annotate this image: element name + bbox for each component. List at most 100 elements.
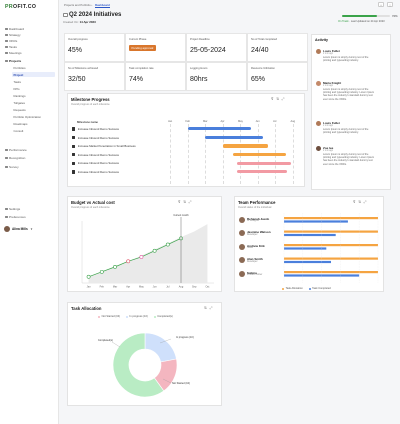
gantt-bar[interactable]: [205, 135, 263, 139]
activity-item: Zoe lee 2 min ago Lorem Ipsum is simply …: [316, 146, 376, 182]
gantt-bar[interactable]: [187, 127, 251, 131]
sidebar-item-label: Recognition: [9, 155, 26, 160]
survey-icon: [5, 165, 8, 169]
phase-badge: Pending approval: [129, 45, 156, 51]
task-allocation-card: Task Allocation ⇅ ⤢ Not Started (04) In p…: [67, 302, 222, 406]
expand-icon[interactable]: ⤢: [282, 97, 285, 101]
team-member-role: Developer: [247, 260, 258, 263]
app-logo[interactable]: PROFIT.CO: [5, 4, 36, 10]
gantt-bar[interactable]: [236, 170, 288, 174]
gantt-gridline: [187, 124, 189, 184]
logo-text-a: PR: [5, 4, 14, 10]
sidebar-item-strategy[interactable]: Strategy: [4, 32, 55, 38]
sidebar-item-meetings[interactable]: Meetings: [4, 50, 55, 56]
stat-label: Current Phase: [129, 38, 147, 41]
sidebar-item-label: OKRs: [9, 38, 18, 43]
sidebar-item-dashboard[interactable]: Dashboard: [4, 26, 55, 32]
breadcrumb-parent[interactable]: Projects and Portfolio: [64, 3, 91, 7]
header-actions: • ⋮: [378, 2, 393, 7]
sidebar-sub-consult[interactable]: Consult: [12, 128, 55, 133]
activity-item: Louis Fuller 2 min ago Lorem Ipsum is si…: [316, 49, 376, 73]
milestone-row[interactable]: Increase Inbound Demo Success: [72, 153, 119, 157]
x-tick-label: Jan: [87, 286, 92, 289]
sidebar-item-recognition[interactable]: Recognition: [4, 155, 55, 161]
activity-time: 2 min ago: [323, 149, 334, 152]
milestone-row[interactable]: Increase Market Penetration in Small Bus…: [72, 144, 136, 148]
sidebar-item-survey[interactable]: Survey: [4, 164, 55, 170]
sidebar-sub-kpis[interactable]: KPIs: [12, 86, 55, 91]
row-checkbox[interactable]: [72, 153, 76, 157]
gantt-bar[interactable]: [233, 153, 286, 157]
sidebar-item-tasks[interactable]: Tasks: [4, 44, 55, 50]
stat-label: Task completion rate: [129, 67, 154, 70]
sidebar-item-label: Performance: [9, 147, 27, 152]
gantt-gridline: [205, 124, 206, 184]
stat-logging-hours: Logging Hours 80hrs: [186, 62, 247, 91]
sort-icon[interactable]: ⇅: [276, 97, 279, 101]
team-member-role: Product Owner: [247, 274, 263, 277]
sidebar-sub-label: Project: [13, 72, 24, 77]
sidebar-item-okrs[interactable]: OKRs: [4, 38, 55, 44]
gantt-bar[interactable]: [236, 161, 291, 165]
activity-time: 2 min ago: [323, 124, 334, 127]
x-tick-label: May: [139, 286, 144, 289]
breadcrumb-current[interactable]: Dashboard: [95, 2, 110, 8]
milestone-tools: ⊽ ⇅ ⤢: [271, 97, 284, 101]
gantt-bar[interactable]: [222, 144, 268, 148]
activity-panel: Activity Louis Fuller 2 min ago Lorem Ip…: [311, 34, 391, 190]
row-checkbox[interactable]: [72, 127, 76, 131]
milestone-row[interactable]: Increase Inbound Demo Success: [72, 170, 119, 174]
stat-milestone-achieved: No of Milestone achieved 32/50: [64, 62, 125, 91]
sidebar-item-label: Strategy: [9, 32, 21, 37]
milestone-title: Milestone Progress: [71, 97, 110, 102]
stat-label: No of Milestone achieved: [68, 67, 99, 70]
sidebar-sub-rankings[interactable]: Rankings: [12, 93, 55, 98]
x-tick-label: Mar: [113, 286, 117, 289]
x-tick-label: Feb: [100, 286, 105, 289]
flag-icon: [5, 39, 8, 43]
sidebar-sub-requests[interactable]: Requests: [12, 107, 55, 112]
milestone-row[interactable]: Increase Inbound Demo Success: [72, 127, 119, 131]
row-checkbox[interactable]: [72, 170, 76, 174]
more-icon[interactable]: ⋮: [387, 2, 393, 7]
sidebar-item-projects[interactable]: Projects: [4, 58, 55, 64]
sidebar-item-label: Projects: [9, 58, 22, 63]
in-progress-label: In progress (10): [176, 336, 194, 339]
budget-line-chart: Current month Jan Feb Mar Apr May Jun Jul Aug Sep…: [81, 214, 214, 289]
user-profile[interactable]: Alina Mills ▾: [4, 225, 56, 232]
team-legend: Task Allocation Task Completed: [282, 287, 336, 291]
completed-label: Completed(s): [98, 339, 113, 342]
sidebar-sub-project[interactable]: Project: [12, 72, 55, 77]
milestone-name: Increase Inbound Demo Success: [77, 135, 119, 140]
project-icon: [63, 12, 68, 17]
filter-icon[interactable]: ⊽: [271, 97, 274, 101]
actual-cost-point: [165, 242, 170, 247]
task-allocation-bar: [284, 271, 378, 274]
bell-icon[interactable]: •: [378, 2, 384, 7]
milestone-row[interactable]: Increase Inbound Demo Success: [72, 161, 119, 165]
grid-icon: [5, 27, 8, 31]
sidebar-item-settings[interactable]: Settings: [4, 206, 55, 212]
sidebar-item-performance[interactable]: Performance: [4, 147, 55, 153]
activity-title: Activity: [315, 38, 328, 42]
row-checkbox[interactable]: [72, 161, 76, 165]
sidebar-sub-tollgates[interactable]: Tollgates: [12, 100, 55, 105]
stat-value: 74%: [129, 76, 144, 83]
sidebar-sub-portfolio-optimization[interactable]: Portfolio Optimization: [12, 114, 55, 119]
sidebar-item-label: Preferences: [9, 214, 26, 219]
stat-label: Resource Utilization: [251, 67, 275, 70]
sidebar-sub-tasks[interactable]: Tasks: [12, 79, 55, 84]
sidebar-item-preferences[interactable]: Preferences: [4, 214, 55, 220]
stat-resource-utilization: Resource Utilization 65%: [247, 62, 308, 91]
row-checkbox[interactable]: [72, 136, 76, 140]
sidebar-sub-portfolios[interactable]: Portfolios: [12, 65, 55, 70]
activity-text: Lorem Ipsum is simply dummy text of the …: [323, 88, 375, 101]
team-member-role: Tester: [247, 247, 254, 250]
milestone-card: Milestone Progress Overall progress of e…: [67, 93, 305, 187]
sidebar-sub-label: KPIs: [13, 86, 20, 91]
milestone-row[interactable]: Increase Inbound Demo Success: [72, 136, 119, 140]
actual-cost-point: [113, 264, 117, 269]
sidebar-sub-roadmaps[interactable]: Roadmaps: [12, 121, 55, 126]
sidebar-item-label: Tasks: [9, 44, 17, 49]
row-checkbox[interactable]: [72, 144, 76, 148]
